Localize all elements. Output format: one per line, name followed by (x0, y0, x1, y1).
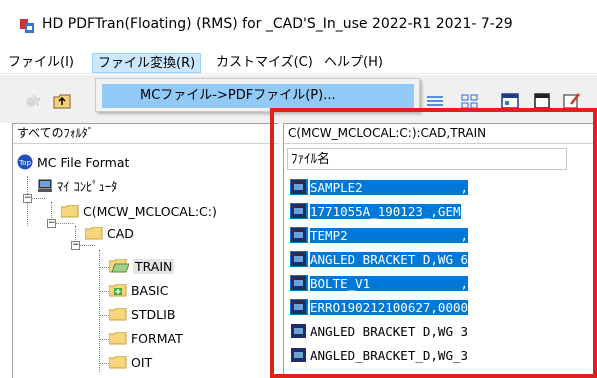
tree-item-train[interactable]: TRAIN (109, 256, 175, 278)
menu-file-conversion[interactable]: ファイル変換(R) (92, 53, 202, 73)
open-folder-icon (109, 259, 129, 273)
computer-icon (38, 179, 52, 192)
file-row[interactable]: ANGLED BRACKET D,WG 6 (290, 250, 469, 270)
current-path: C(MCW_MCLOCAL:C:):CAD,TRAIN (284, 124, 597, 144)
tree-item-my-computer[interactable]: ﾏｲ ｺﾝﾋﾟｭｰﾀ (37, 176, 117, 198)
mc-file-icon (290, 179, 308, 195)
mc-file-icon (290, 299, 308, 315)
file-name: ANGLED BRACKET D,WG 3 (310, 324, 469, 339)
tree-item-label: TRAIN (132, 259, 175, 274)
window-title: HD PDFTran(Floating) (RMS) for _CAD'S_In… (42, 16, 513, 32)
tree-item-label: ﾏｲ ｺﾝﾋﾟｭｰﾀ (56, 179, 118, 194)
collapse-toggle[interactable]: − (47, 219, 56, 228)
folder-icon (109, 356, 127, 369)
file-row[interactable]: ANGLED_BRACKET_D,WG_3 (290, 346, 468, 366)
svg-text:Top: Top (18, 159, 31, 167)
mc-file-icon (291, 348, 306, 362)
folder-icon (109, 284, 127, 297)
folder-icon (85, 227, 103, 240)
preview-icon[interactable] (532, 91, 552, 111)
file-name: SAMPLE2 , (310, 180, 469, 195)
file-conversion-dropdown: MCファイル->PDFファイル(P)... (95, 78, 420, 112)
tree-item-label: FORMAT (130, 331, 183, 346)
mc-file-icon (290, 203, 308, 219)
file-name: BOLTE_V1 , (310, 276, 469, 291)
column-header-filename[interactable]: ﾌｧｲﾙ名 (287, 148, 567, 170)
file-list-pane: C(MCW_MCLOCAL:C:):CAD,TRAIN ﾌｧｲﾙ名 SAMPLE… (283, 123, 597, 378)
list-view-icon[interactable] (425, 91, 445, 111)
tree-item-stdlib[interactable]: STDLIB (109, 304, 175, 326)
file-row[interactable]: BOLTE_V1 , (290, 274, 469, 294)
mc-format-icon: Top (17, 154, 33, 170)
file-name: ANGLED BRACKET D,WG 6 (310, 252, 469, 267)
folder-tree-header: すべてのﾌｫﾙﾀﾞ (13, 124, 278, 144)
tree-item-cad[interactable]: CAD (85, 223, 134, 245)
tree-item-oit[interactable]: OIT (109, 352, 152, 374)
details-view-icon[interactable] (500, 91, 520, 111)
file-name: 1771055A_190123_,GEM (310, 204, 461, 219)
collapse-toggle[interactable]: − (23, 194, 32, 203)
title-bar: HD PDFTran(Floating) (RMS) for _CAD'S_In… (0, 0, 597, 50)
folder-icon (109, 332, 127, 345)
edit-icon[interactable] (562, 91, 582, 111)
tree-item-label: CAD (106, 226, 134, 241)
mc-file-icon (290, 227, 308, 243)
folder-tree-pane: すべてのﾌｫﾙﾀﾞ − − − Top MC File Format ﾏｲ ｺﾝ… (12, 123, 278, 378)
file-row[interactable]: TEMP2 , (290, 226, 469, 246)
file-row[interactable]: ERRO190212100627,0000 (290, 298, 469, 318)
tree-item-label: MC File Format (36, 155, 130, 170)
tree-item-c-drive[interactable]: C(MCW_MCLOCAL:C:) (61, 201, 217, 223)
mc-file-icon (290, 275, 308, 291)
file-name: TEMP2 , (310, 228, 469, 243)
folder-icon (61, 205, 79, 218)
large-icons-icon[interactable] (460, 91, 480, 111)
collapse-toggle[interactable]: − (71, 241, 80, 250)
tree-item-label: C(MCW_MCLOCAL:C:) (82, 204, 217, 219)
mc-file-icon (290, 251, 308, 267)
menu-bar: ファイル(I) ファイル変換(R) カストマイズ(C) ヘルプ(H) (0, 50, 597, 74)
file-row[interactable]: ANGLED BRACKET D,WG 3 (290, 322, 468, 342)
folder-icon (109, 308, 127, 321)
tree-item-mc-file-format[interactable]: Top MC File Format (17, 152, 129, 174)
tree-item-label: BASIC (130, 283, 169, 298)
menu-item-mc-to-pdf[interactable]: MCファイル->PDFファイル(P)... (102, 84, 414, 108)
tree-item-basic[interactable]: BASIC (109, 280, 168, 302)
tree-item-label: OIT (130, 355, 153, 370)
new-icon[interactable] (22, 91, 42, 111)
menu-file[interactable]: ファイル(I) (3, 53, 79, 73)
app-icon (20, 19, 34, 33)
menu-customize[interactable]: カストマイズ(C) (211, 53, 318, 73)
file-row[interactable]: 1771055A_190123_,GEM (290, 202, 461, 222)
tree-connector (99, 250, 100, 372)
tree-item-format[interactable]: FORMAT (109, 328, 183, 350)
tree-item-label: STDLIB (130, 307, 176, 322)
folder-up-icon[interactable] (52, 91, 72, 111)
file-name: ERRO190212100627,0000 (310, 300, 469, 315)
file-row[interactable]: SAMPLE2 , (290, 178, 469, 198)
menu-help[interactable]: ヘルプ(H) (319, 53, 388, 73)
file-name: ANGLED_BRACKET_D,WG_3 (310, 348, 469, 363)
mc-file-icon (291, 324, 306, 338)
